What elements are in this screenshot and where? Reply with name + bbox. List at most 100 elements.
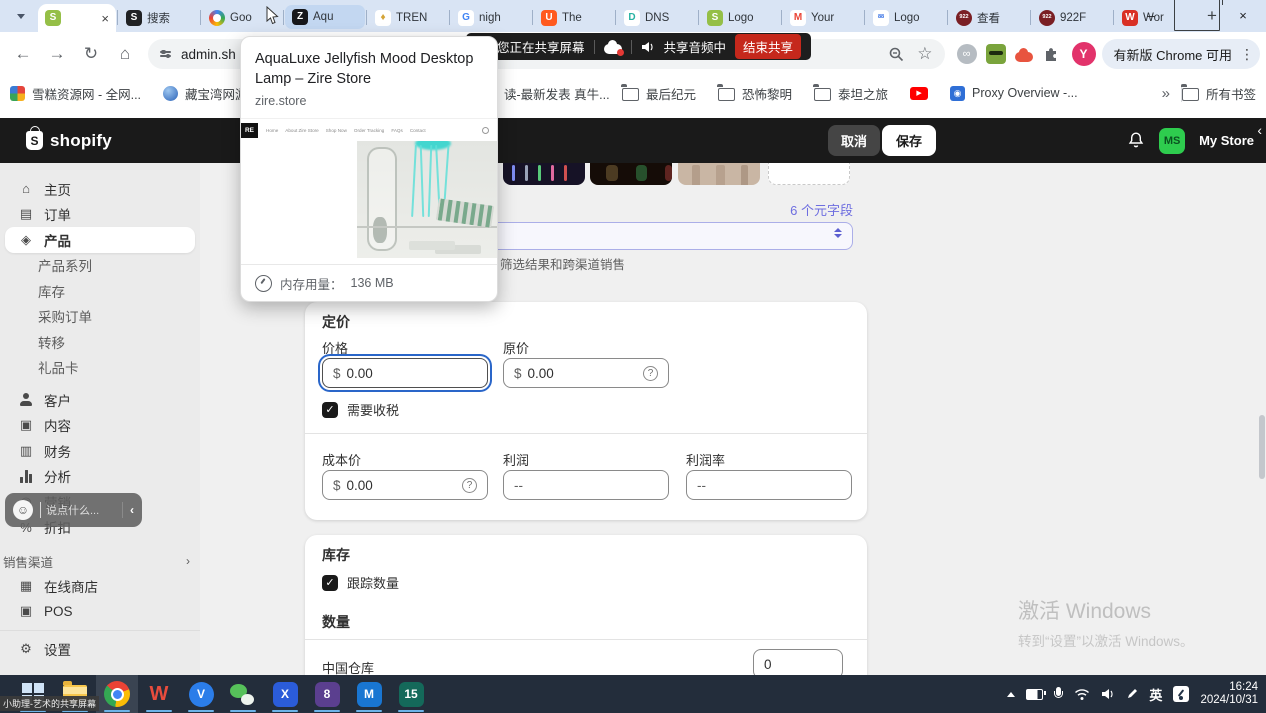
- compare-price-input[interactable]: $ 0.00 ?: [503, 358, 669, 388]
- browser-tab[interactable]: UThe: [534, 4, 614, 32]
- save-button[interactable]: 保存: [882, 125, 936, 156]
- extensions-puzzle-icon[interactable]: [1042, 45, 1060, 63]
- sidebar-item-finance[interactable]: ▥财务: [0, 438, 200, 464]
- forward-button[interactable]: →: [42, 39, 72, 69]
- sidebar-item-orders[interactable]: ▤订单: [0, 202, 200, 228]
- bookmark-item[interactable]: 读-最新发表 真牛...: [504, 84, 610, 103]
- chat-input[interactable]: 说点什么...: [40, 502, 115, 518]
- taskbar-wps[interactable]: W: [138, 675, 180, 713]
- all-bookmarks-button[interactable]: 所有书签: [1182, 84, 1256, 103]
- product-media-thumbnail[interactable]: [590, 163, 672, 185]
- profit-field[interactable]: --: [503, 470, 669, 500]
- charge-tax-row[interactable]: ✓ 需要收税: [322, 400, 399, 419]
- chrome-update-chip[interactable]: 有新版 Chrome 可用 ⋮: [1102, 39, 1260, 69]
- bookmark-item[interactable]: 最后纪元: [622, 84, 696, 103]
- microphone-icon[interactable]: [1054, 687, 1063, 701]
- cloud-download-extension-icon[interactable]: [1015, 52, 1033, 62]
- sidebar-item-pos[interactable]: ▣POS: [0, 599, 200, 625]
- track-quantity-row[interactable]: ✓ 跟踪数量: [322, 573, 399, 592]
- wifi-icon[interactable]: [1074, 688, 1090, 701]
- sales-channels-header[interactable]: 销售渠道 ›: [0, 549, 200, 573]
- bookmark-star-icon[interactable]: ☆: [917, 44, 932, 64]
- taskbar-wechat[interactable]: [222, 675, 264, 713]
- notifications-bell-icon[interactable]: [1127, 131, 1145, 150]
- sidebar-item-customers[interactable]: 客户: [0, 387, 200, 413]
- taskbar-app-x[interactable]: X: [264, 675, 306, 713]
- sidebar-item-analytics[interactable]: 分析: [0, 464, 200, 490]
- sidebar-item-gear[interactable]: ⚙设置: [0, 636, 200, 662]
- product-media-thumbnail[interactable]: [678, 163, 760, 185]
- sidebar-subitem[interactable]: 转移: [0, 329, 200, 355]
- restore-button[interactable]: [1174, 0, 1220, 30]
- taskbar-app-8[interactable]: 8: [306, 675, 348, 713]
- sidebar-subitem[interactable]: 库存: [0, 278, 200, 304]
- checkbox-checked-icon[interactable]: ✓: [322, 402, 338, 418]
- help-icon[interactable]: ?: [643, 366, 658, 381]
- bookmark-item[interactable]: 雪糕资源网 - 全网...: [10, 84, 141, 103]
- volume-icon[interactable]: [1101, 688, 1115, 700]
- taskbar-app-m[interactable]: M: [348, 675, 390, 713]
- sidebar-item-products[interactable]: ◈产品: [5, 227, 195, 253]
- home-button[interactable]: ⌂: [110, 39, 140, 69]
- hidden-icons-chevron[interactable]: [1007, 692, 1015, 697]
- browser-tab[interactable]: 88Logo: [866, 4, 946, 32]
- site-info-icon[interactable]: [160, 51, 171, 57]
- ime-indicator[interactable]: 英: [1149, 685, 1162, 704]
- checkbox-checked-icon[interactable]: ✓: [322, 575, 338, 591]
- bookmarks-overflow-icon[interactable]: »: [1162, 85, 1170, 102]
- sidebar-item-home[interactable]: ⌂主页: [0, 176, 200, 202]
- taskbar-app-v[interactable]: V: [180, 675, 222, 713]
- store-avatar[interactable]: MS: [1159, 128, 1185, 154]
- browser-tab[interactable]: ZAqu: [285, 5, 365, 29]
- collapse-left-icon[interactable]: ‹: [130, 503, 134, 517]
- shopify-logo[interactable]: S shopify: [26, 131, 112, 151]
- zoom-icon[interactable]: [888, 46, 905, 63]
- product-media-thumbnail[interactable]: [503, 163, 585, 185]
- browser-tab[interactable]: MYour: [783, 4, 863, 32]
- sunglasses-extension-icon[interactable]: [986, 44, 1006, 64]
- browser-tab[interactable]: 922922F: [1032, 4, 1112, 32]
- help-icon[interactable]: ?: [462, 478, 477, 493]
- browser-tab[interactable]: SLogo: [700, 4, 780, 32]
- minimize-button[interactable]: –: [1128, 0, 1174, 30]
- security-app-icon[interactable]: [1173, 686, 1189, 702]
- sidebar-item-store[interactable]: ▦在线商店: [0, 573, 200, 599]
- pen-icon[interactable]: [1126, 688, 1138, 700]
- add-media-button[interactable]: [768, 163, 850, 185]
- browser-tab[interactable]: S搜索: [119, 4, 199, 32]
- more-menu-icon[interactable]: ⋮: [1240, 46, 1254, 63]
- taskbar-app-15[interactable]: 15: [390, 675, 432, 713]
- sidebar-subitem[interactable]: 礼品卡: [0, 355, 200, 381]
- scrollbar-thumb[interactable]: [1259, 415, 1265, 479]
- stop-sharing-button[interactable]: 结束共享: [735, 34, 801, 59]
- cost-input[interactable]: $ 0.00 ?: [322, 470, 488, 500]
- browser-tab[interactable]: Gnigh: [451, 4, 531, 32]
- tab-search-button[interactable]: [6, 3, 36, 29]
- browser-tab[interactable]: S×: [38, 4, 116, 32]
- link-extension-icon[interactable]: ∞: [957, 44, 977, 64]
- tab-close-icon[interactable]: ×: [101, 11, 109, 26]
- taskbar-chrome[interactable]: [96, 675, 138, 713]
- browser-tab[interactable]: DDNS: [617, 4, 697, 32]
- profile-avatar[interactable]: Y: [1072, 42, 1096, 66]
- close-button[interactable]: ×: [1220, 0, 1266, 30]
- back-button[interactable]: ←: [8, 39, 38, 69]
- bookmark-item[interactable]: ▶: [910, 87, 928, 100]
- margin-field[interactable]: --: [686, 470, 852, 500]
- browser-tab[interactable]: ♦TREN: [368, 4, 448, 32]
- bookmark-item[interactable]: 恐怖黎明: [718, 84, 792, 103]
- battery-icon[interactable]: [1026, 689, 1043, 700]
- sidebar-subitem[interactable]: 采购订单: [0, 304, 200, 330]
- sidebar-subitem[interactable]: 产品系列: [0, 253, 200, 279]
- sidebar-item-content[interactable]: ▣内容: [0, 413, 200, 439]
- bookmark-item[interactable]: 泰坦之旅: [814, 84, 888, 103]
- metafields-link[interactable]: 6 个元字段: [760, 200, 853, 219]
- cancel-button[interactable]: 取消: [828, 125, 880, 156]
- taskbar-clock[interactable]: 16:24 2024/10/31: [1200, 681, 1258, 708]
- collapse-chevron-icon[interactable]: ‹: [1257, 122, 1262, 138]
- price-input[interactable]: $ 0.00: [322, 358, 488, 388]
- bookmark-item[interactable]: 藏宝湾网游: [163, 84, 248, 103]
- bookmark-item[interactable]: ◉Proxy Overview -...: [950, 86, 1078, 101]
- reload-button[interactable]: ↻: [76, 39, 106, 69]
- browser-tab[interactable]: 922查看: [949, 4, 1029, 32]
